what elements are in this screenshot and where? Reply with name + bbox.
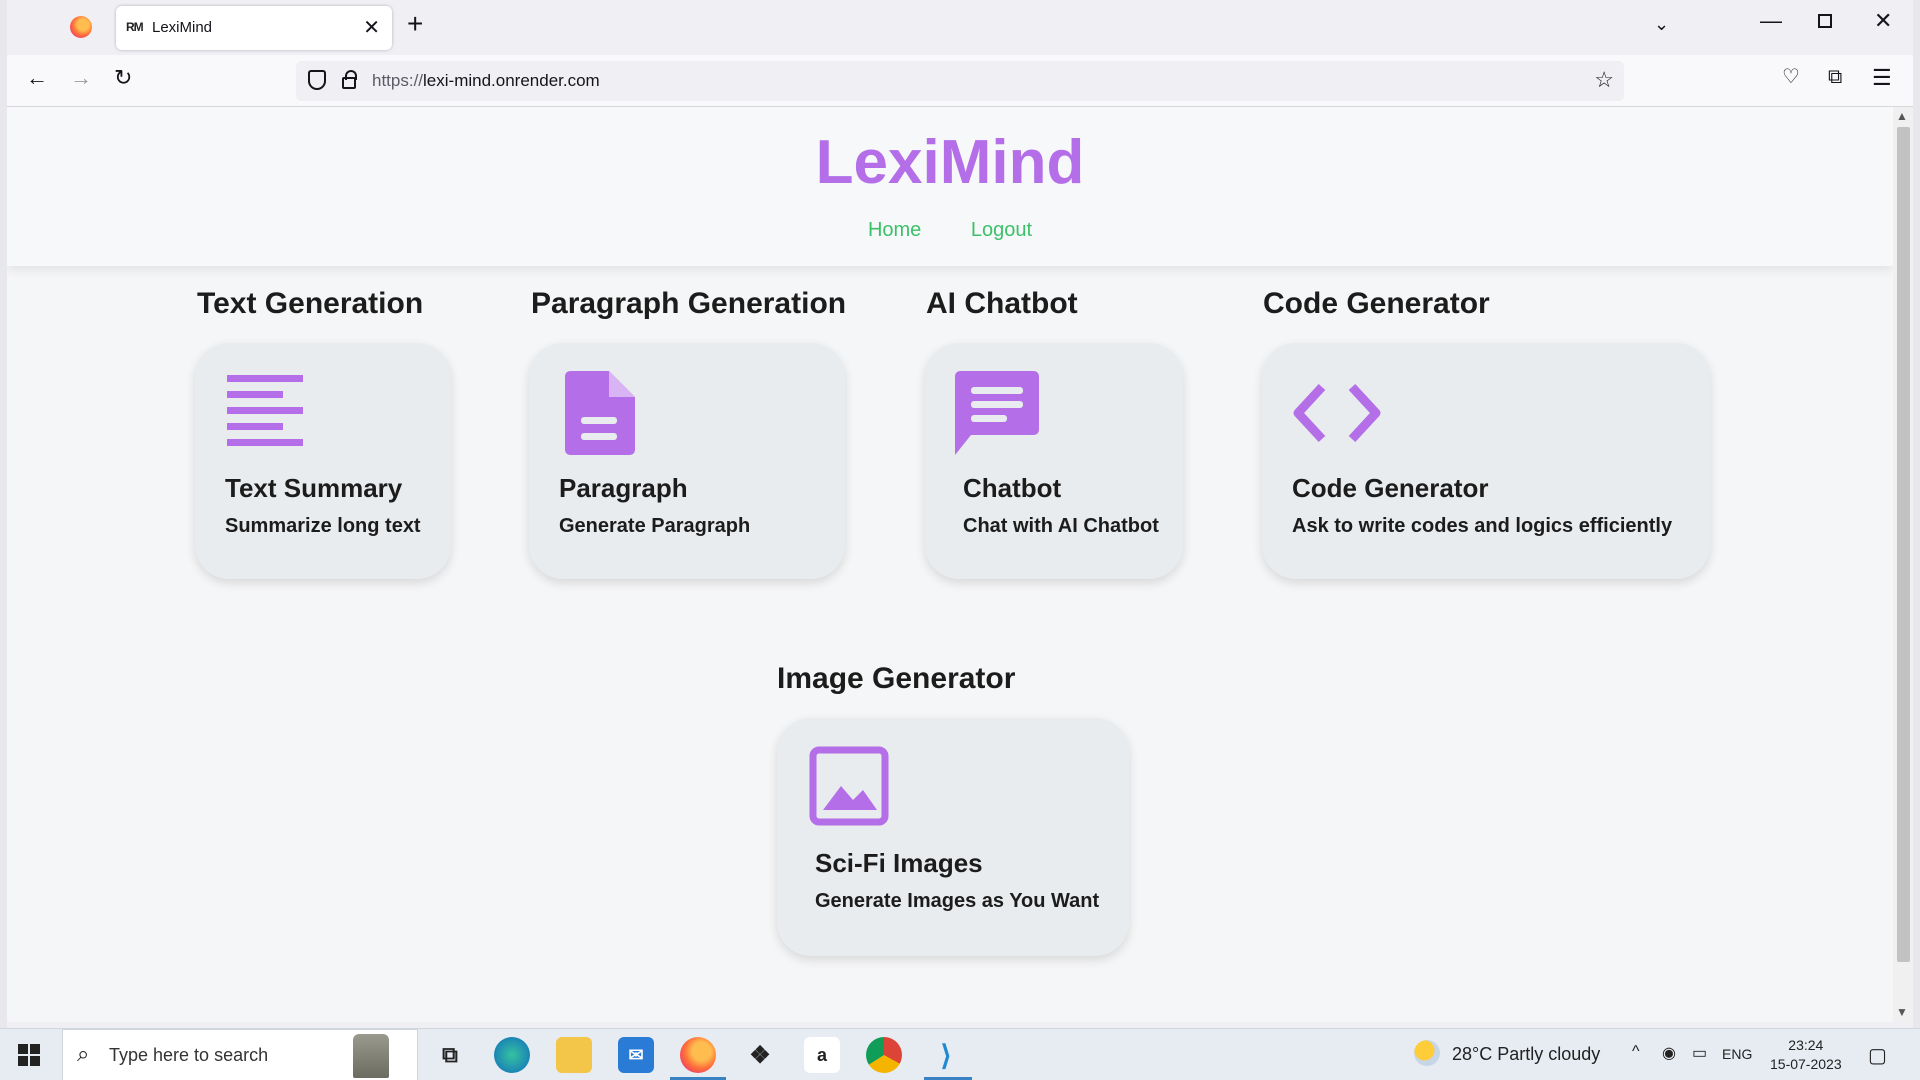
windows-start-icon[interactable] xyxy=(18,1044,40,1066)
tab-title: LexiMind xyxy=(152,19,213,36)
card-sci-fi-images[interactable]: Sci-Fi Images Generate Images as You Wan… xyxy=(777,718,1129,956)
section-heading-image-generator: Image Generator xyxy=(777,662,1016,695)
menu-hamburger-icon[interactable]: ☰ xyxy=(1872,67,1892,89)
scroll-up-arrow-icon[interactable]: ▲ xyxy=(1896,109,1908,123)
dropbox-icon[interactable]: ❖ xyxy=(742,1037,778,1073)
site-header: LexiMind Home Logout xyxy=(7,107,1893,266)
back-arrow-icon[interactable]: ← xyxy=(26,67,48,89)
mail-icon[interactable]: ✉ xyxy=(618,1037,654,1073)
nav-logout-link[interactable]: Logout xyxy=(971,219,1032,241)
vscode-icon[interactable]: ⟩ xyxy=(928,1037,964,1073)
bookmark-star-icon[interactable]: ☆ xyxy=(1594,67,1614,93)
card-description: Chat with AI Chatbot xyxy=(963,515,1159,537)
address-bar[interactable]: https://lexi-mind.onrender.com ☆ xyxy=(296,61,1624,101)
card-title: Paragraph xyxy=(559,473,688,503)
firefox-taskbar-icon[interactable] xyxy=(680,1037,716,1073)
language-indicator[interactable]: ENG xyxy=(1722,1046,1752,1062)
lock-icon[interactable] xyxy=(342,70,357,89)
card-description: Generate Images as You Want xyxy=(815,890,1100,912)
site-nav: Home Logout xyxy=(7,219,1893,242)
card-title: Sci-Fi Images xyxy=(815,848,983,878)
section-heading-code-generator: Code Generator xyxy=(1263,287,1490,320)
url-host: lexi-mind.onrender.com xyxy=(423,71,600,90)
clock-time: 23:24 xyxy=(1788,1037,1824,1053)
section-heading-paragraph-generation: Paragraph Generation xyxy=(531,287,847,320)
tab-list-chevron-icon[interactable]: ⌄ xyxy=(1654,14,1669,35)
card-paragraph[interactable]: Paragraph Generate Paragraph xyxy=(529,343,845,579)
search-highlight-image xyxy=(353,1034,389,1078)
tab-close-icon[interactable]: ✕ xyxy=(363,15,380,40)
clock-date: 15-07-2023 xyxy=(1770,1056,1842,1072)
browser-tab-bar: RM LexiMind ✕ + ⌄ — ✕ xyxy=(0,0,1920,55)
card-text-summary[interactable]: Text Summary Summarize long text xyxy=(195,343,451,579)
site-title: LexiMind xyxy=(815,128,1085,197)
nav-home-link[interactable]: Home xyxy=(868,219,921,241)
card-code-generator[interactable]: Code Generator Ask to write codes and lo… xyxy=(1262,343,1710,579)
extensions-puzzle-icon[interactable]: ⧉ xyxy=(1828,67,1842,87)
chrome-icon[interactable] xyxy=(866,1037,902,1073)
firefox-logo-icon[interactable] xyxy=(70,16,92,38)
url-text[interactable]: https://lexi-mind.onrender.com xyxy=(372,71,600,91)
maximize-icon[interactable] xyxy=(1818,14,1832,28)
card-title: Code Generator xyxy=(1292,473,1489,503)
card-description: Summarize long text xyxy=(225,515,421,537)
window-edge-left xyxy=(0,0,7,1028)
reload-icon[interactable]: ↻ xyxy=(114,67,132,89)
windows-taskbar: ⌕ Type here to search ⧉ ✉ ❖ a ⟩ 28°C Par… xyxy=(0,1028,1920,1080)
page-scrollbar[interactable]: ▲ ▼ xyxy=(1893,107,1913,1022)
scroll-down-arrow-icon[interactable]: ▼ xyxy=(1896,1005,1908,1019)
card-title: Text Summary xyxy=(225,473,403,503)
code-icon xyxy=(1293,383,1381,443)
browser-nav-bar: ← → ↻ https://lexi-mind.onrender.com ☆ ♡… xyxy=(0,55,1920,107)
minimize-icon[interactable]: — xyxy=(1760,10,1782,32)
scrollbar-thumb[interactable] xyxy=(1897,127,1910,962)
weather-text[interactable]: 28°C Partly cloudy xyxy=(1452,1044,1600,1065)
image-icon xyxy=(809,746,889,826)
card-chatbot[interactable]: Chatbot Chat with AI Chatbot xyxy=(925,343,1183,579)
taskbar-clock[interactable]: 23:24 15-07-2023 xyxy=(1770,1036,1842,1074)
pocket-icon[interactable]: ♡ xyxy=(1782,67,1800,87)
card-description: Ask to write codes and logics efficientl… xyxy=(1292,515,1673,537)
meet-now-icon[interactable]: ▭ xyxy=(1692,1043,1707,1063)
edge-browser-icon[interactable] xyxy=(494,1037,530,1073)
browser-tab-leximind[interactable]: RM LexiMind ✕ xyxy=(116,6,392,50)
text-lines-icon xyxy=(227,375,303,446)
window-close-icon[interactable]: ✕ xyxy=(1874,10,1892,32)
tab-favicon-icon: RM xyxy=(126,20,144,34)
tray-chevron-icon[interactable]: ^ xyxy=(1632,1043,1640,1061)
forward-arrow-icon[interactable]: → xyxy=(70,67,92,89)
new-tab-plus-icon[interactable]: + xyxy=(407,10,423,38)
task-view-icon[interactable]: ⧉ xyxy=(432,1037,468,1073)
taskbar-search-box[interactable]: ⌕ Type here to search xyxy=(62,1029,418,1080)
notification-center-icon[interactable]: ▢ xyxy=(1868,1043,1887,1068)
section-heading-text-generation: Text Generation xyxy=(197,287,424,320)
tracking-protection-shield-icon[interactable] xyxy=(308,70,326,90)
page-viewport: LexiMind Home Logout Text Generation Tex… xyxy=(7,107,1893,1022)
section-heading-ai-chatbot: AI Chatbot xyxy=(926,287,1078,320)
amazon-icon[interactable]: a xyxy=(804,1037,840,1073)
file-explorer-icon[interactable] xyxy=(556,1037,592,1073)
taskbar-search-placeholder: Type here to search xyxy=(109,1045,269,1065)
window-edge-right xyxy=(1913,0,1920,1028)
url-protocol: https:// xyxy=(372,71,424,90)
partly-cloudy-icon[interactable] xyxy=(1414,1040,1440,1066)
chat-bubble-icon xyxy=(955,371,1039,455)
card-title: Chatbot xyxy=(963,473,1062,503)
search-icon: ⌕ xyxy=(77,1041,90,1066)
document-icon xyxy=(565,371,635,455)
card-description: Generate Paragraph xyxy=(559,515,751,537)
record-icon[interactable]: ◉ xyxy=(1662,1043,1676,1063)
